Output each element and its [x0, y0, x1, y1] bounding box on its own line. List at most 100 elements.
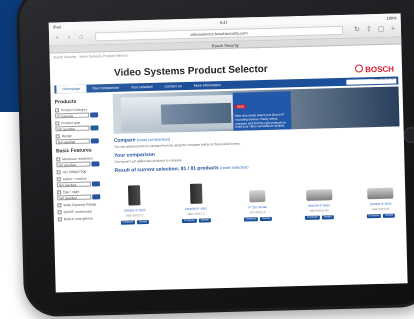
filter-onvif[interactable]: ONVIF conformant — [57, 209, 113, 215]
select-value: Not specified — [58, 162, 76, 168]
filter-range[interactable]: Range — [55, 133, 111, 139]
filter-label: Wide Dynamic Range — [63, 202, 97, 208]
new-badge: NEW — [234, 104, 246, 109]
camera-bullet-icon — [249, 189, 266, 203]
checkbox[interactable] — [57, 217, 62, 222]
product-card[interactable]: DINION IP 4000 NBN-40012-C Compare Detail… — [176, 175, 215, 224]
filter-max-resolution[interactable]: Maximum resolution — [56, 156, 111, 162]
filter-label: Day / night — [63, 189, 80, 195]
bosch-mark-icon — [354, 64, 364, 73]
nav-your-selected[interactable]: Your selected — [125, 83, 159, 92]
go-button[interactable] — [92, 194, 101, 200]
nav-your-comparison[interactable]: Your comparison — [86, 84, 125, 93]
brand-name: BOSCH — [365, 64, 395, 75]
filter-label: Maximum resolution — [62, 156, 93, 162]
compare-button[interactable]: Compare — [120, 220, 136, 225]
back-icon[interactable]: ‹ — [53, 34, 61, 42]
select-value: Not specified — [57, 139, 76, 145]
day-night-select[interactable]: Not specified — [57, 194, 101, 201]
brand-logo[interactable]: BOSCH Invented for life — [354, 59, 395, 82]
checkbox[interactable] — [55, 134, 60, 139]
checkbox[interactable] — [54, 108, 60, 113]
result-title: Result of current selection: 81 / 81 pro… — [114, 165, 219, 174]
checkbox[interactable] — [57, 203, 62, 208]
product-card[interactable]: DINION IP 5000 NBN-50022-C Compare Detail… — [115, 177, 154, 225]
share-icon[interactable]: ⇪ — [365, 26, 373, 34]
product-image[interactable] — [299, 172, 338, 201]
max-resolution-select[interactable]: Not specified — [56, 161, 100, 168]
filter-indoor-outdoor[interactable]: Indoor / outdoor — [56, 176, 112, 182]
select-value: Not specified — [58, 182, 77, 188]
product-category-select[interactable]: IP Cameras — [55, 112, 99, 119]
camera-box-icon — [189, 183, 202, 204]
filter-hd[interactable]: HD 1080p/720p — [56, 169, 112, 175]
product-card[interactable]: DINION IP 8000 NBN-80052-BA Compare Detai… — [299, 172, 338, 220]
url-text: videoselector.boschsecurity.com — [190, 30, 248, 37]
checkbox[interactable] — [57, 210, 62, 215]
filter-label: Indoor / outdoor — [62, 176, 87, 182]
checkbox[interactable] — [57, 190, 62, 195]
reset-selection-link[interactable]: (reset selection) — [220, 164, 249, 170]
reset-comparison-link[interactable]: (reset comparison) — [137, 136, 170, 142]
compare-button[interactable]: Compare — [182, 218, 197, 224]
product-type-select[interactable]: Not specified — [55, 125, 99, 132]
filter-product-category[interactable]: Product Category — [54, 107, 110, 113]
filter-product-type[interactable]: Product type — [55, 120, 110, 126]
basic-features-heading: Basic Features — [55, 147, 92, 155]
details-button[interactable]: Details — [383, 213, 396, 218]
filter-day-night[interactable]: Day / night — [57, 189, 112, 195]
products-heading: Products — [54, 98, 77, 106]
checkbox[interactable] — [56, 157, 61, 162]
go-button[interactable] — [91, 181, 100, 187]
product-sku: NBN-50022-C — [125, 213, 144, 218]
checkbox[interactable] — [55, 121, 60, 126]
page-title: Video Systems Product Selector — [113, 63, 268, 79]
compare-title: Compare — [113, 137, 136, 144]
nav-more-info[interactable]: More information — [188, 81, 227, 90]
checkbox[interactable] — [56, 170, 61, 175]
compare-button[interactable]: Compare — [366, 213, 382, 219]
filter-sidebar: Products Product Category IP Cameras Pro… — [55, 94, 116, 226]
details-button[interactable]: Details — [137, 220, 150, 225]
checkbox[interactable] — [56, 177, 61, 182]
details-button[interactable]: Details — [321, 215, 334, 220]
content-area: Products Product Category IP Cameras Pro… — [55, 86, 402, 226]
product-card[interactable]: DINION IP 6000 NBN-63013-B Compare Detail… — [361, 170, 400, 219]
tablet-screen: iPad 9:47 100% ‹ › ⌂ videoselector.bosch… — [48, 13, 408, 293]
forward-icon[interactable]: › — [65, 33, 73, 41]
nav-homepage[interactable]: Homepage — [56, 84, 87, 94]
reload-icon[interactable]: ↻ — [353, 26, 361, 34]
details-button[interactable]: Details — [260, 216, 273, 222]
filter-microphone[interactable]: Built-in microphone — [57, 216, 113, 222]
indoor-outdoor-select[interactable]: Not specified — [56, 181, 100, 188]
go-button[interactable] — [91, 161, 100, 167]
product-image[interactable] — [361, 170, 400, 200]
bookmarks-icon[interactable]: ⌂ — [77, 33, 85, 41]
filter-label: Product Category — [60, 107, 88, 113]
website: Bosch Security · Video Systems Product S… — [49, 44, 405, 226]
go-button[interactable] — [90, 112, 99, 118]
range-select[interactable]: Not specified — [55, 138, 99, 145]
go-button[interactable] — [90, 138, 99, 144]
product-card[interactable]: IP 200 Vandal NTI-30012-A Compare Details — [238, 174, 277, 222]
nav-contact[interactable]: Contact us — [158, 82, 187, 91]
filter-label: Product type — [61, 120, 81, 126]
product-sku: NTI-30012-A — [249, 209, 266, 215]
compare-button[interactable]: Compare — [243, 217, 259, 222]
product-image[interactable] — [115, 177, 154, 206]
add-tab-icon[interactable]: + — [389, 25, 397, 33]
battery-label: 100% — [386, 14, 397, 21]
go-button[interactable] — [90, 125, 99, 131]
banner-card: NEW Now also easily select your Bosch IP… — [232, 91, 292, 131]
select-value: Not specified — [57, 126, 75, 132]
compare-button[interactable]: Compare — [305, 215, 320, 220]
promo-banner[interactable]: NEW Now also easily select your Bosch IP… — [112, 86, 400, 134]
product-image[interactable] — [238, 174, 277, 203]
camera-long-icon — [305, 189, 332, 201]
details-button[interactable]: Details — [198, 218, 211, 223]
select-value: Not specified — [59, 195, 77, 201]
product-image[interactable] — [176, 175, 215, 204]
filter-wdr[interactable]: Wide Dynamic Range — [57, 202, 112, 208]
tabs-icon[interactable]: ▢ — [377, 25, 385, 33]
filter-label: Built-in microphone — [63, 216, 93, 222]
